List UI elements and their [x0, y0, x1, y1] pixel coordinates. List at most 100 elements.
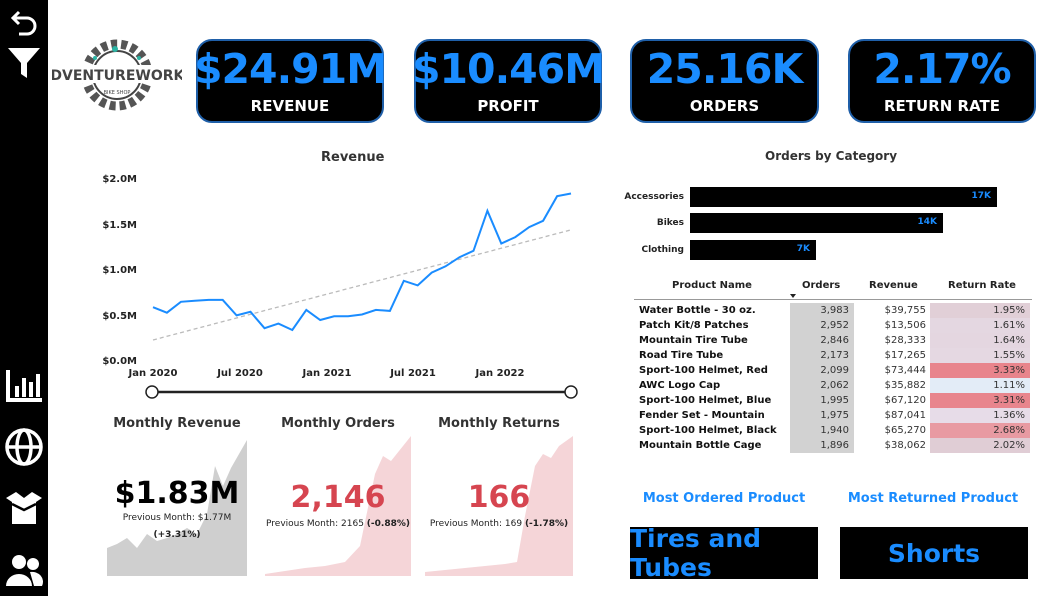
monthly-returns-change: (-1.78%)	[524, 519, 569, 529]
kpi-value: $10.46M	[412, 45, 605, 93]
monthly-returns-panel: 166 Previous Month: 169 (-1.78%)	[425, 436, 573, 576]
monthly-orders-panel: 2,146 Previous Month: 2165 (-0.88%)	[265, 436, 411, 576]
back-icon[interactable]	[0, 8, 48, 36]
monthly-orders-previous: Previous Month: 2165 (-0.88%)	[265, 519, 411, 529]
logo-subtext: BIKE SHOP	[104, 90, 131, 96]
kpi-return-rate-card: 2.17% RETURN RATE	[848, 39, 1036, 123]
revenue-cell: $67,120	[884, 395, 926, 406]
revenue-cell: $38,062	[884, 440, 926, 451]
category-label: Accessories	[624, 192, 684, 202]
most-ordered-value: Tires and Tubes	[630, 524, 818, 582]
date-slider-end-handle[interactable]	[564, 385, 578, 399]
y-tick: $1.5M	[102, 220, 137, 231]
filter-icon[interactable]	[0, 46, 48, 80]
revenue-chart-title: Revenue	[321, 150, 385, 165]
most-ordered-label: Most Ordered Product	[642, 491, 806, 506]
header-divider	[634, 299, 1032, 300]
product-name-cell: Patch Kit/8 Patches	[639, 320, 749, 331]
orders-cell: 2,846	[790, 333, 854, 348]
table-row[interactable]: Sport-100 Helmet, Black 1,940 $65,270 2.68%	[634, 423, 1032, 438]
y-tick: $0.5M	[102, 311, 137, 322]
table-row[interactable]: Patch Kit/8 Patches 2,952 $13,506 1.61%	[634, 318, 1032, 333]
orders-by-category-title: Orders by Category	[765, 149, 898, 163]
kpi-value: 2.17%	[873, 45, 1011, 93]
table-row[interactable]: Sport-100 Helmet, Red 2,099 $73,444 3.33%	[634, 363, 1032, 378]
globe-icon[interactable]	[0, 427, 48, 467]
monthly-revenue-previous: Previous Month: $1.77M	[122, 513, 232, 523]
people-icon[interactable]	[0, 552, 48, 590]
monthly-revenue-change: (+3.31%)	[153, 530, 201, 540]
category-value-label: 14K	[917, 217, 938, 227]
bar-chart-icon[interactable]	[0, 368, 48, 404]
column-header-orders[interactable]: Orders	[802, 280, 840, 291]
revenue-cell: $73,444	[884, 365, 926, 376]
date-slider-start-handle[interactable]	[145, 385, 159, 399]
column-header-return-rate[interactable]: Return Rate	[948, 280, 1016, 291]
monthly-orders-title: Monthly Orders	[281, 416, 395, 431]
product-name-cell: Sport-100 Helmet, Black	[639, 425, 777, 436]
return-rate-cell: 3.33%	[930, 363, 1030, 378]
monthly-revenue-panel: $1.83M Previous Month: $1.77M (+3.31%)	[107, 436, 247, 576]
monthly-orders-value: 2,146	[290, 480, 386, 515]
x-tick: Jan 2020	[128, 368, 178, 379]
kpi-label: RETURN RATE	[883, 97, 1000, 115]
sort-desc-icon	[790, 294, 796, 298]
revenue-cell: $35,882	[884, 380, 926, 391]
return-rate-cell: 1.61%	[930, 318, 1030, 333]
table-row[interactable]: Mountain Bottle Cage 1,896 $38,062 2.02%	[634, 438, 1032, 453]
most-returned-value: Shorts	[840, 527, 1028, 579]
return-rate-cell: 1.64%	[930, 333, 1030, 348]
kpi-value: $24.91M	[194, 45, 387, 93]
adventureworks-logo: ADVENTUREWORKS BIKE SHOP	[40, 36, 194, 114]
category-value-label: 7K	[796, 244, 810, 254]
product-name-cell: Water Bottle - 30 oz.	[639, 305, 756, 316]
box-icon[interactable]	[0, 490, 48, 528]
category-label: Bikes	[656, 218, 684, 228]
previous-month-text: Previous Month: 169	[429, 519, 523, 529]
table-row[interactable]: AWC Logo Cap 2,062 $35,882 1.11%	[634, 378, 1032, 393]
table-row[interactable]: Mountain Tire Tube 2,846 $28,333 1.64%	[634, 333, 1032, 348]
most-returned-label: Most Returned Product	[847, 491, 1019, 506]
kpi-label: PROFIT	[477, 97, 539, 115]
revenue-cell: $28,333	[884, 335, 926, 346]
product-name-cell: Mountain Tire Tube	[639, 335, 748, 346]
return-rate-cell: 1.95%	[930, 303, 1030, 318]
x-tick: Jan 2022	[475, 368, 525, 379]
table-row[interactable]: Fender Set - Mountain 1,975 $87,041 1.36%	[634, 408, 1032, 423]
orders-cell: 2,173	[790, 348, 854, 363]
category-bar[interactable]: 17K	[690, 187, 997, 207]
return-rate-cell: 2.68%	[930, 423, 1030, 438]
category-bar[interactable]: 7K	[690, 240, 816, 260]
kpi-label: REVENUE	[250, 97, 330, 115]
y-tick: $2.0M	[102, 174, 137, 185]
product-name-cell: Sport-100 Helmet, Blue	[639, 395, 772, 406]
revenue-cell: $65,270	[884, 425, 926, 436]
monthly-revenue-value: $1.83M	[114, 476, 240, 511]
x-tick: Jul 2020	[216, 368, 263, 379]
table-row[interactable]: Water Bottle - 30 oz. 3,983 $39,755 1.95%	[634, 303, 1032, 318]
x-tick: Jul 2021	[389, 368, 436, 379]
x-tick: Jan 2021	[302, 368, 352, 379]
logo-text: ADVENTUREWORKS	[52, 68, 182, 84]
orders-cell: 1,995	[790, 393, 854, 408]
table-row[interactable]: Road Tire Tube 2,173 $17,265 1.55%	[634, 348, 1032, 363]
return-rate-cell: 3.31%	[930, 393, 1030, 408]
return-rate-cell: 1.36%	[930, 408, 1030, 423]
column-header-revenue[interactable]: Revenue	[869, 280, 918, 291]
previous-month-text: Previous Month: 2165	[266, 519, 364, 529]
column-header-product-name[interactable]: Product Name	[672, 280, 752, 291]
y-tick: $1.0M	[102, 265, 137, 276]
kpi-orders-card: 25.16K ORDERS	[630, 39, 819, 123]
orders-cell: 2,952	[790, 318, 854, 333]
revenue-cell: $13,506	[884, 320, 926, 331]
monthly-returns-previous: Previous Month: 169 (-1.78%)	[425, 519, 573, 529]
category-bar[interactable]: 14K	[690, 213, 943, 233]
kpi-revenue-card: $24.91M REVENUE	[194, 39, 387, 123]
kpi-label: ORDERS	[689, 97, 760, 115]
table-row[interactable]: Sport-100 Helmet, Blue 1,995 $67,120 3.31%	[634, 393, 1032, 408]
revenue-line-chart: $2.0M $1.5M $1.0M $0.5M $0.0M Jan 2020 J…	[102, 174, 578, 399]
revenue-series-line	[152, 192, 572, 332]
orders-cell: 1,896	[790, 438, 854, 453]
orders-cell: 3,983	[790, 303, 854, 318]
monthly-revenue-title: Monthly Revenue	[113, 416, 241, 431]
